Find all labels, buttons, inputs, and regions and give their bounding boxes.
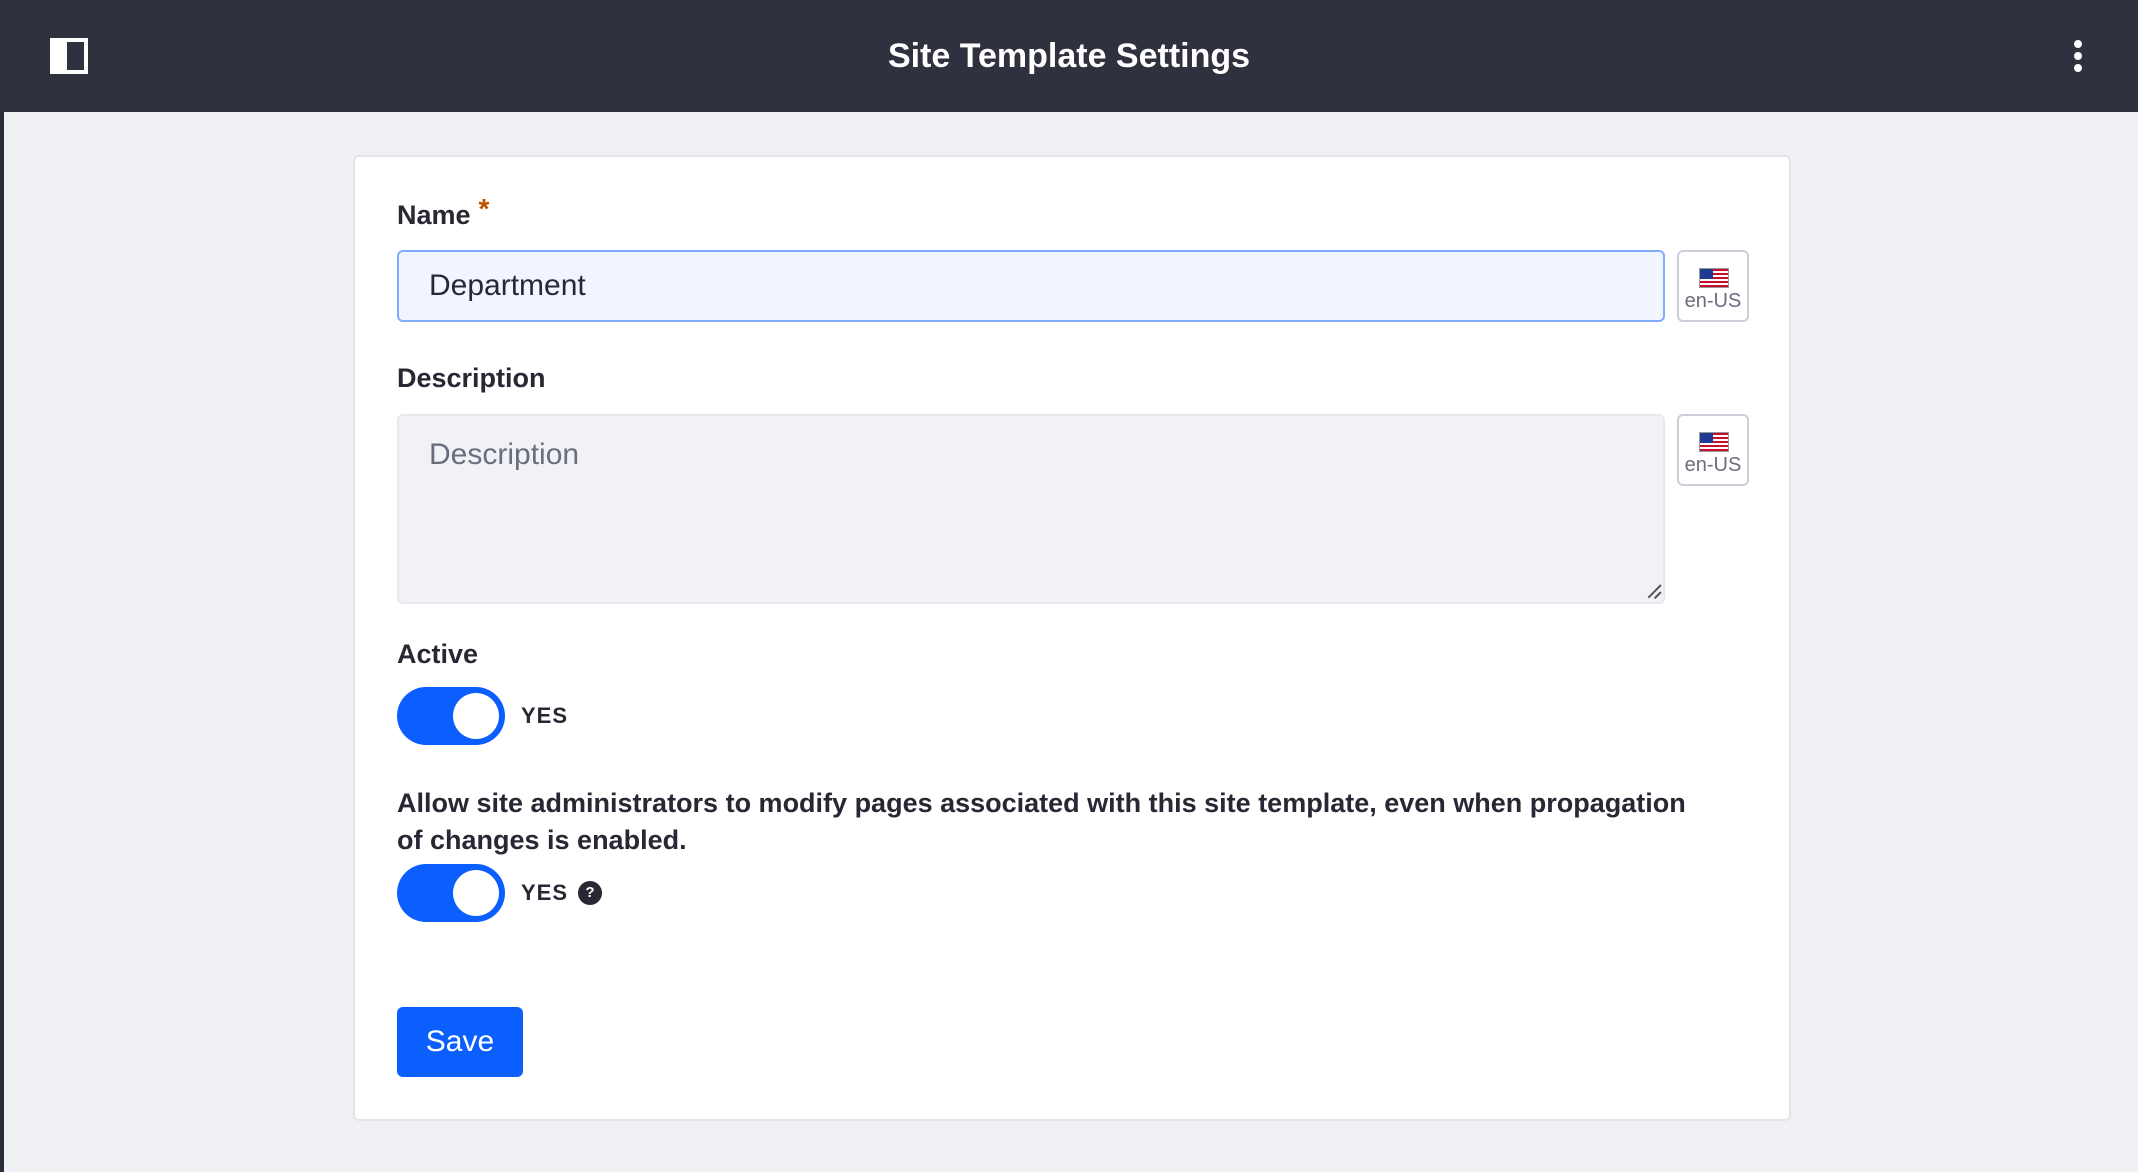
allow-modify-toggle[interactable] bbox=[397, 864, 505, 922]
description-input[interactable] bbox=[397, 414, 1665, 604]
settings-card: Name* en-US Description en-US Active YES… bbox=[353, 155, 1791, 1121]
left-edge-strip bbox=[0, 0, 4, 1172]
page-title: Site Template Settings bbox=[887, 37, 1251, 75]
us-flag-icon bbox=[1699, 268, 1729, 288]
allow-modify-state-text: YES bbox=[521, 880, 569, 905]
kebab-menu-icon[interactable] bbox=[2060, 36, 2096, 76]
active-state-text: YES bbox=[521, 703, 569, 728]
description-label: Description bbox=[397, 363, 546, 393]
toggle-knob bbox=[453, 870, 499, 916]
required-marker: * bbox=[478, 193, 490, 224]
top-bar: Site Template Settings bbox=[0, 0, 2138, 112]
us-flag-icon bbox=[1699, 432, 1729, 452]
description-locale-text: en-US bbox=[1684, 454, 1742, 476]
save-button[interactable]: Save bbox=[397, 1007, 523, 1077]
name-label: Name * bbox=[397, 193, 489, 231]
panel-toggle-icon[interactable] bbox=[50, 38, 88, 74]
resize-grip-icon[interactable] bbox=[1647, 583, 1661, 597]
name-input[interactable] bbox=[397, 250, 1665, 322]
kebab-dot bbox=[2074, 64, 2082, 72]
description-locale-button[interactable]: en-US bbox=[1677, 414, 1749, 486]
active-label: Active bbox=[397, 639, 479, 669]
page: Site Template Settings Name* en-US Descr… bbox=[0, 0, 2138, 1172]
allow-modify-label: Allow site administrators to modify page… bbox=[397, 788, 1686, 855]
name-locale-button[interactable]: en-US bbox=[1677, 250, 1749, 322]
name-label-text: Name bbox=[397, 200, 471, 230]
name-locale-text: en-US bbox=[1684, 290, 1742, 312]
kebab-dot bbox=[2074, 40, 2082, 48]
kebab-dot bbox=[2074, 52, 2082, 60]
toggle-knob bbox=[453, 693, 499, 739]
help-icon[interactable]: ? bbox=[578, 881, 602, 905]
active-toggle[interactable] bbox=[397, 687, 505, 745]
